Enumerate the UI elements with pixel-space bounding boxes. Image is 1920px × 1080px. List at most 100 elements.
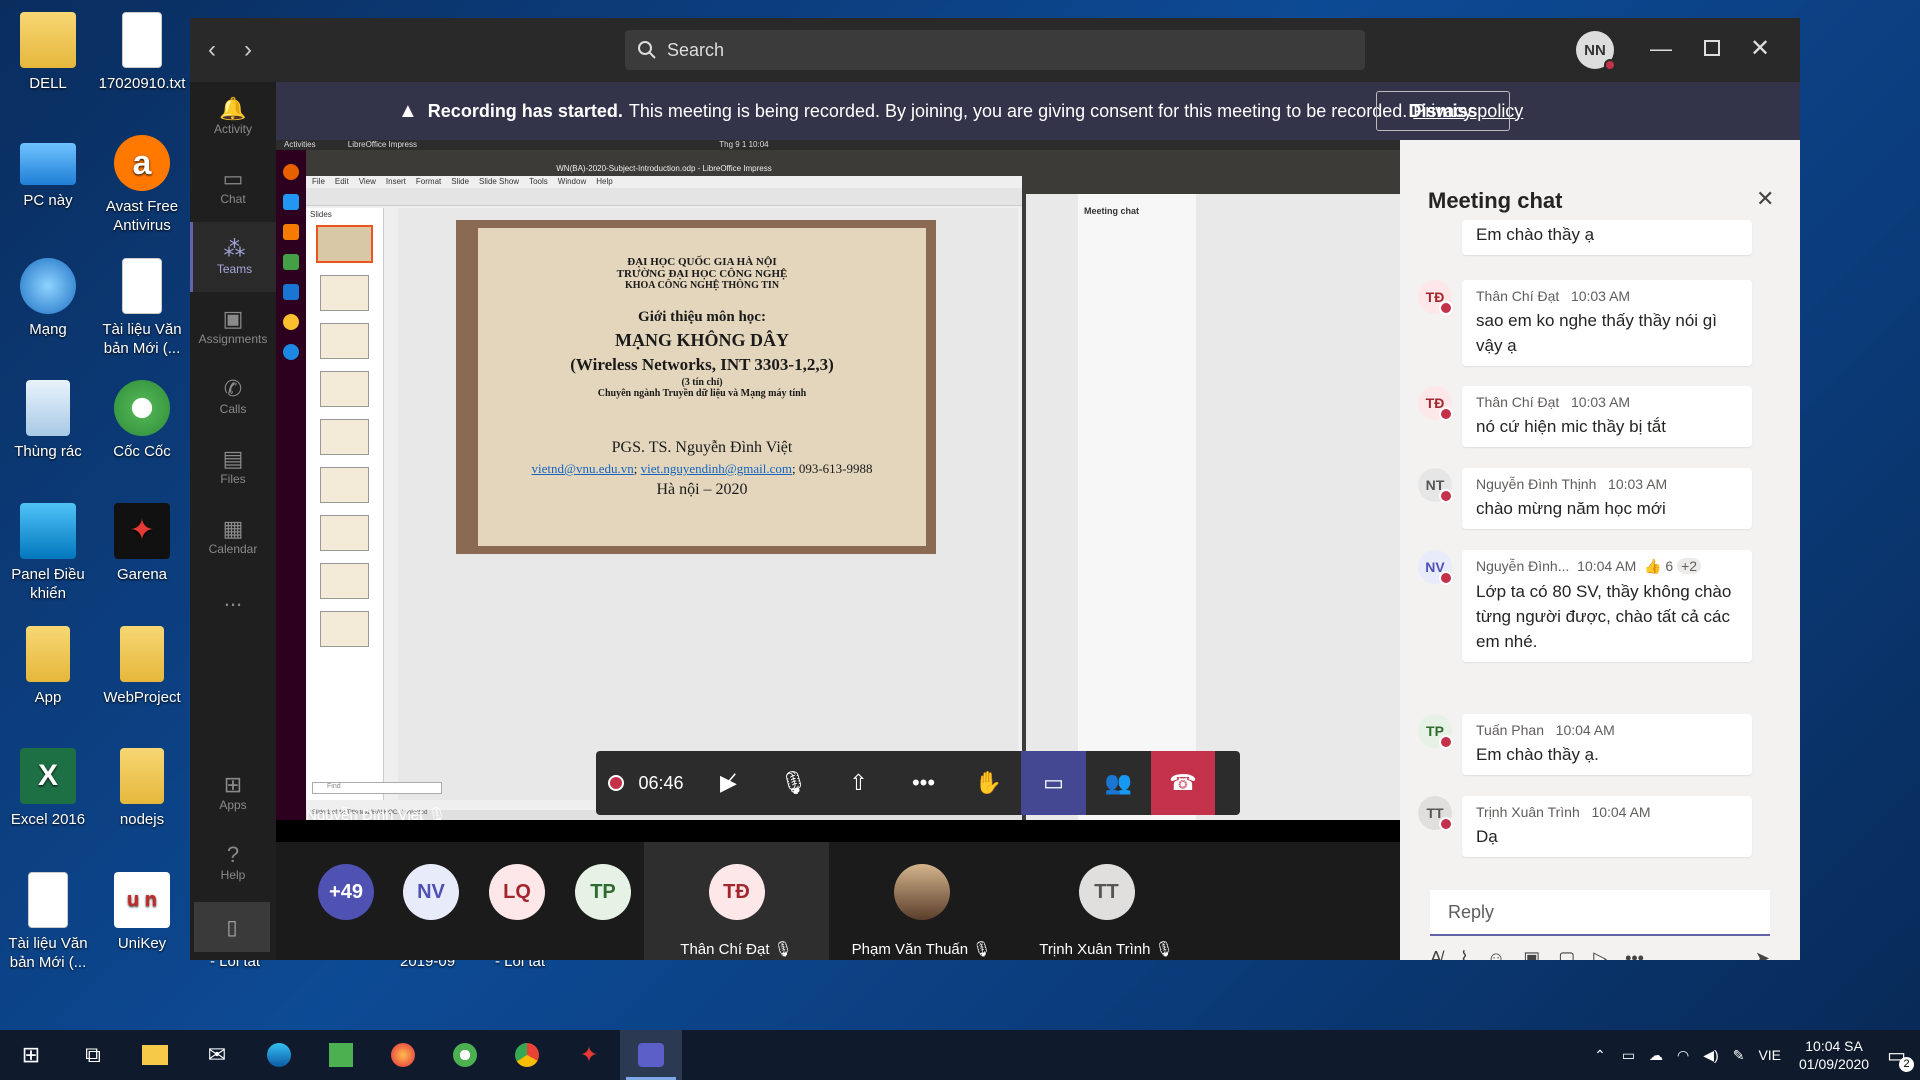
message-bubble[interactable]: Thân Chí Đạt 10:03 AM nó cứ hiện mic thầ…: [1462, 386, 1752, 447]
menu-item[interactable]: Format: [416, 176, 441, 188]
participant-tile[interactable]: TP: [558, 842, 648, 960]
desktop-icon-coccoc[interactable]: Cốc Cốc: [94, 380, 190, 461]
desktop-icon-txt[interactable]: 17020910.txt: [94, 12, 190, 93]
more-actions-button[interactable]: •••: [891, 751, 956, 815]
menu-item[interactable]: Window: [558, 176, 586, 188]
like-reaction[interactable]: 👍 6: [1644, 558, 1673, 574]
rail-item-activity[interactable]: 🔔 Activity: [190, 82, 276, 152]
sticker-icon[interactable]: ▢: [1558, 948, 1575, 960]
participant-tile[interactable]: NV: [386, 842, 476, 960]
message-bubble[interactable]: Trịnh Xuân Trình 10:04 AM Dạ: [1462, 796, 1752, 857]
desktop-icon-webproject[interactable]: WebProject: [94, 626, 190, 707]
participants-button[interactable]: 👥: [1086, 751, 1151, 815]
emoji-icon[interactable]: ☺: [1487, 948, 1505, 960]
close-chat-icon[interactable]: ✕: [1756, 186, 1774, 212]
slide-thumbnail[interactable]: [320, 515, 369, 551]
meet-now-icon[interactable]: ▷: [1593, 948, 1607, 960]
onedrive-icon[interactable]: ☁: [1649, 1047, 1663, 1064]
volume-icon[interactable]: ◀): [1703, 1047, 1718, 1064]
slide-thumbnail[interactable]: [320, 275, 369, 311]
menu-item[interactable]: Insert: [386, 176, 406, 188]
participant-tile[interactable]: Phạm Văn Thuấn 🎙: [829, 842, 1014, 960]
participant-tile[interactable]: TT Trịnh Xuân Trình 🎙: [1014, 842, 1199, 960]
garena-button[interactable]: ✦: [558, 1030, 620, 1080]
menu-item[interactable]: View: [359, 176, 376, 188]
task-view-button[interactable]: ⧉: [62, 1030, 124, 1080]
menu-item[interactable]: Slide Show: [479, 176, 519, 188]
chrome-button[interactable]: [496, 1030, 558, 1080]
more-options-icon[interactable]: •••: [1625, 948, 1644, 960]
mail-button[interactable]: ✉: [186, 1030, 248, 1080]
desktop-icon-dell[interactable]: DELL: [0, 12, 96, 93]
menu-item[interactable]: Tools: [529, 176, 548, 188]
rail-item-calls[interactable]: ✆ Calls: [190, 362, 276, 432]
rail-item-calendar[interactable]: ▦ Calendar: [190, 502, 276, 572]
desktop-icon-network[interactable]: Mạng: [0, 258, 96, 339]
menu-item[interactable]: Help: [596, 176, 612, 188]
message-bubble[interactable]: Thân Chí Đạt 10:03 AM sao em ko nghe thấ…: [1462, 280, 1752, 366]
wifi-icon[interactable]: ◠: [1677, 1047, 1689, 1064]
desktop-icon-app[interactable]: App: [0, 626, 96, 707]
participant-tile[interactable]: LQ: [472, 842, 562, 960]
rail-item-more[interactable]: ...: [190, 572, 276, 642]
gif-icon[interactable]: ▣: [1523, 948, 1540, 960]
edge-button[interactable]: [248, 1030, 310, 1080]
slide-email-link[interactable]: vietnd@vnu.edu.vn: [532, 461, 634, 476]
rail-item-apps[interactable]: ⊞ Apps: [190, 758, 276, 828]
mic-off-button[interactable]: 🎙: [761, 751, 826, 815]
hang-up-button[interactable]: ☎: [1151, 751, 1215, 815]
chevron-up-icon[interactable]: ⌃: [1594, 1047, 1606, 1064]
menu-item[interactable]: Edit: [335, 176, 349, 188]
more-reactions-badge[interactable]: +2: [1677, 558, 1702, 574]
slide-thumbnail[interactable]: [320, 323, 369, 359]
message-bubble[interactable]: Nguyễn Đình Thịnh 10:03 AM chào mừng năm…: [1462, 468, 1752, 529]
reply-input[interactable]: Reply: [1430, 890, 1770, 936]
desktop-icon-this-pc[interactable]: PC này: [0, 135, 96, 210]
forward-arrow-icon[interactable]: ›: [244, 36, 252, 64]
share-button[interactable]: ⇧: [826, 751, 891, 815]
battery-icon[interactable]: ▭: [1622, 1047, 1635, 1064]
message-bubble[interactable]: Em chào thầy ạ: [1462, 220, 1752, 255]
rail-item-files[interactable]: ▤ Files: [190, 432, 276, 502]
desktop-icon-nodejs[interactable]: nodejs: [94, 748, 190, 829]
slide-thumbnail[interactable]: [320, 371, 369, 407]
raise-hand-button[interactable]: ✋: [956, 751, 1021, 815]
slide-email-link[interactable]: viet.nguyendinh@gmail.com: [641, 461, 792, 476]
start-button[interactable]: ⊞: [0, 1030, 62, 1080]
pen-icon[interactable]: ✎: [1733, 1047, 1745, 1064]
rail-item-teams[interactable]: ⁂ Teams: [190, 222, 276, 292]
app-button[interactable]: [310, 1030, 372, 1080]
message-bubble[interactable]: Tuấn Phan 10:04 AM Em chào thầy ạ.: [1462, 714, 1752, 775]
user-avatar[interactable]: NN: [1576, 31, 1616, 71]
slide-thumbnail[interactable]: [320, 611, 369, 647]
minimize-icon[interactable]: —: [1650, 36, 1672, 62]
clock[interactable]: 10:04 SA 01/09/2020: [1799, 1037, 1869, 1073]
desktop-icon-excel[interactable]: X Excel 2016: [0, 748, 96, 829]
device-icon[interactable]: ▯: [194, 902, 270, 952]
rail-item-chat[interactable]: ▭ Chat: [190, 152, 276, 222]
desktop-icon-new-doc[interactable]: Tài liệu Văn bản Mới (...: [94, 258, 190, 358]
slide-thumbnail[interactable]: [320, 419, 369, 455]
back-arrow-icon[interactable]: ‹: [208, 36, 216, 64]
maximize-icon[interactable]: [1704, 40, 1720, 56]
teams-button[interactable]: [620, 1030, 682, 1080]
impress-toolbar[interactable]: [306, 188, 1022, 206]
desktop-icon-avast[interactable]: a Avast Free Antivirus: [94, 135, 190, 235]
message-bubble[interactable]: Nguyễn Đình... 10:04 AM 👍 6 +2 Lớp ta có…: [1462, 550, 1752, 662]
search-bar[interactable]: Search: [625, 30, 1365, 70]
close-icon[interactable]: ✕: [1750, 34, 1770, 63]
slide-thumbnail[interactable]: [320, 467, 369, 503]
find-input[interactable]: Find: [312, 782, 442, 794]
menu-item[interactable]: File: [312, 176, 325, 188]
rail-item-help[interactable]: ? Help: [190, 828, 276, 898]
participant-tile-active[interactable]: TĐ Thân Chí Đạt 🎙: [644, 842, 829, 960]
dismiss-button[interactable]: Dismiss: [1376, 91, 1510, 131]
language-indicator[interactable]: VIE: [1758, 1047, 1781, 1063]
notification-center[interactable]: ▭ 2: [1887, 1043, 1914, 1072]
slide-thumbnail[interactable]: [320, 563, 369, 599]
coccoc-button[interactable]: [434, 1030, 496, 1080]
desktop-icon-unikey[interactable]: u n UniKey: [94, 872, 190, 953]
desktop-icon-garena[interactable]: ✦ Garena: [94, 503, 190, 584]
attach-icon[interactable]: ⌇: [1460, 948, 1469, 960]
slide-thumbnail[interactable]: [316, 225, 373, 263]
